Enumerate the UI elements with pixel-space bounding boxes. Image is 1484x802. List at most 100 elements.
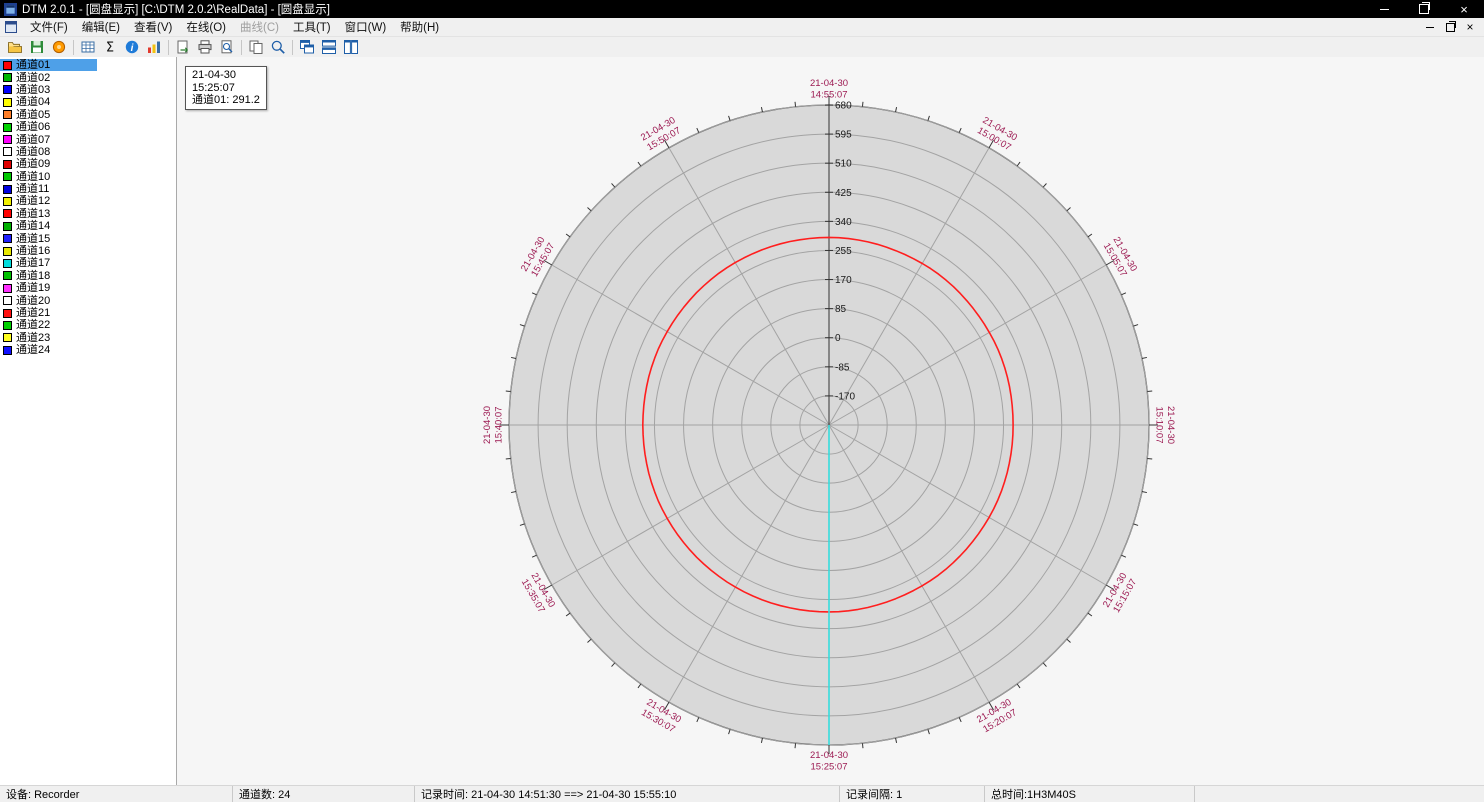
print-preview-icon <box>219 39 235 55</box>
cascade-button[interactable] <box>296 38 318 57</box>
channel-color-swatch <box>3 185 12 194</box>
channel-list: 通道01通道02通道03通道04通道05通道06通道07通道08通道09通道10… <box>0 57 177 786</box>
channel-color-swatch <box>3 321 12 330</box>
channel-item-13[interactable]: 通道13 <box>0 208 176 220</box>
window-title: DTM 2.0.1 - [圆盘显示] [C:\DTM 2.0.2\RealDat… <box>22 1 330 17</box>
tile-vertical-button[interactable] <box>340 38 362 57</box>
mdi-restore-icon <box>1446 23 1455 32</box>
sigma-button[interactable]: Σ <box>99 38 121 57</box>
channel-item-1[interactable]: 通道01 <box>0 59 176 71</box>
print-preview-button[interactable] <box>216 38 238 57</box>
print-button[interactable] <box>194 38 216 57</box>
menu-item-3[interactable]: 查看(V) <box>127 18 179 36</box>
channel-label: 通道12 <box>16 195 50 207</box>
channel-item-12[interactable]: 通道12 <box>0 195 176 207</box>
close-button[interactable]: × <box>1444 0 1484 18</box>
status-total-time: 总时间:1H3M40S <box>985 786 1195 802</box>
svg-text:21-04-30: 21-04-30 <box>810 750 848 761</box>
channel-item-17[interactable]: 通道17 <box>0 257 176 269</box>
status-record-time: 记录时间: 21-04-30 14:51:30 ==> 21-04-30 15:… <box>415 786 840 802</box>
mdi-close-button[interactable]: × <box>1460 18 1480 36</box>
channel-label: 通道11 <box>16 183 49 195</box>
channel-item-6[interactable]: 通道06 <box>0 121 176 133</box>
mdi-document-icon[interactable] <box>5 21 17 33</box>
channel-label: 通道08 <box>16 146 50 158</box>
settings-button[interactable] <box>48 38 70 57</box>
svg-text:-85: -85 <box>835 362 850 373</box>
menu-item-7[interactable]: 窗口(W) <box>338 18 394 36</box>
channel-color-swatch <box>3 284 12 293</box>
channel-item-11[interactable]: 通道11 <box>0 183 176 195</box>
chart-button[interactable] <box>143 38 165 57</box>
menu-item-1[interactable]: 文件(F) <box>23 18 75 36</box>
channel-row-inner: 通道22 <box>0 319 52 331</box>
channel-row-inner: 通道14 <box>0 220 52 232</box>
channel-item-22[interactable]: 通道22 <box>0 319 176 331</box>
open-button[interactable] <box>4 38 26 57</box>
info-icon: i <box>124 39 140 55</box>
menu-item-2[interactable]: 编辑(E) <box>75 18 127 36</box>
svg-text:170: 170 <box>835 275 852 286</box>
export-button[interactable] <box>172 38 194 57</box>
polar-chart[interactable]: 680595510425340255170850-85-17021-04-301… <box>177 57 1484 786</box>
channel-row-inner: 通道02 <box>0 71 52 83</box>
toolbar-separator <box>241 40 242 55</box>
channel-row-inner: 通道17 <box>0 257 52 269</box>
info-button[interactable]: i <box>121 38 143 57</box>
channel-item-7[interactable]: 通道07 <box>0 133 176 145</box>
restore-icon <box>1419 4 1429 14</box>
channel-item-23[interactable]: 通道23 <box>0 332 176 344</box>
table-button[interactable] <box>77 38 99 57</box>
channel-row-inner: 通道05 <box>0 109 52 121</box>
channel-item-2[interactable]: 通道02 <box>0 71 176 83</box>
channel-item-5[interactable]: 通道05 <box>0 109 176 121</box>
svg-text:21-04-30: 21-04-30 <box>810 78 848 89</box>
channel-item-18[interactable]: 通道18 <box>0 270 176 282</box>
menu-item-8[interactable]: 帮助(H) <box>393 18 446 36</box>
channel-color-swatch <box>3 98 12 107</box>
minimize-button[interactable] <box>1364 0 1404 18</box>
channel-item-3[interactable]: 通道03 <box>0 84 176 96</box>
mdi-minimize-button[interactable] <box>1420 18 1440 36</box>
channel-item-15[interactable]: 通道15 <box>0 232 176 244</box>
channel-color-swatch <box>3 333 12 342</box>
channel-selection-highlight: 通道01 <box>0 59 97 71</box>
svg-text:15:10:07: 15:10:07 <box>1154 407 1165 444</box>
channel-item-10[interactable]: 通道10 <box>0 171 176 183</box>
save-button[interactable] <box>26 38 48 57</box>
channel-color-swatch <box>3 61 12 70</box>
restore-button[interactable] <box>1404 0 1444 18</box>
channel-item-8[interactable]: 通道08 <box>0 146 176 158</box>
channel-item-19[interactable]: 通道19 <box>0 282 176 294</box>
channel-item-24[interactable]: 通道24 <box>0 344 176 356</box>
channel-label: 通道06 <box>16 121 50 133</box>
copy-button[interactable] <box>245 38 267 57</box>
channel-label: 通道09 <box>16 158 50 170</box>
channel-item-14[interactable]: 通道14 <box>0 220 176 232</box>
channel-row-inner: 通道07 <box>0 133 52 145</box>
channel-color-swatch <box>3 73 12 82</box>
channel-color-swatch <box>3 160 12 169</box>
mdi-restore-button[interactable] <box>1440 18 1460 36</box>
channel-row-inner: 通道15 <box>0 232 52 244</box>
chart-icon <box>146 39 162 55</box>
window-controls: × <box>1364 0 1484 18</box>
channel-label: 通道04 <box>16 96 50 108</box>
zoom-button[interactable] <box>267 38 289 57</box>
chart-tooltip: 21-04-30 15:25:07 通道01: 291.2 <box>185 66 267 110</box>
open-icon <box>7 39 23 55</box>
app-icon <box>4 3 17 16</box>
tile-horizontal-button[interactable] <box>318 38 340 57</box>
channel-label: 通道15 <box>16 233 50 245</box>
menu-item-4[interactable]: 在线(O) <box>179 18 233 36</box>
channel-item-4[interactable]: 通道04 <box>0 96 176 108</box>
channel-item-9[interactable]: 通道09 <box>0 158 176 170</box>
channel-label: 通道17 <box>16 257 50 269</box>
tooltip-time: 15:25:07 <box>192 82 260 95</box>
menu-item-6[interactable]: 工具(T) <box>286 18 338 36</box>
menu-item-5: 曲线(C) <box>233 18 286 36</box>
channel-item-16[interactable]: 通道16 <box>0 245 176 257</box>
channel-item-20[interactable]: 通道20 <box>0 294 176 306</box>
svg-text:14:55:07: 14:55:07 <box>811 90 848 101</box>
channel-item-21[interactable]: 通道21 <box>0 307 176 319</box>
